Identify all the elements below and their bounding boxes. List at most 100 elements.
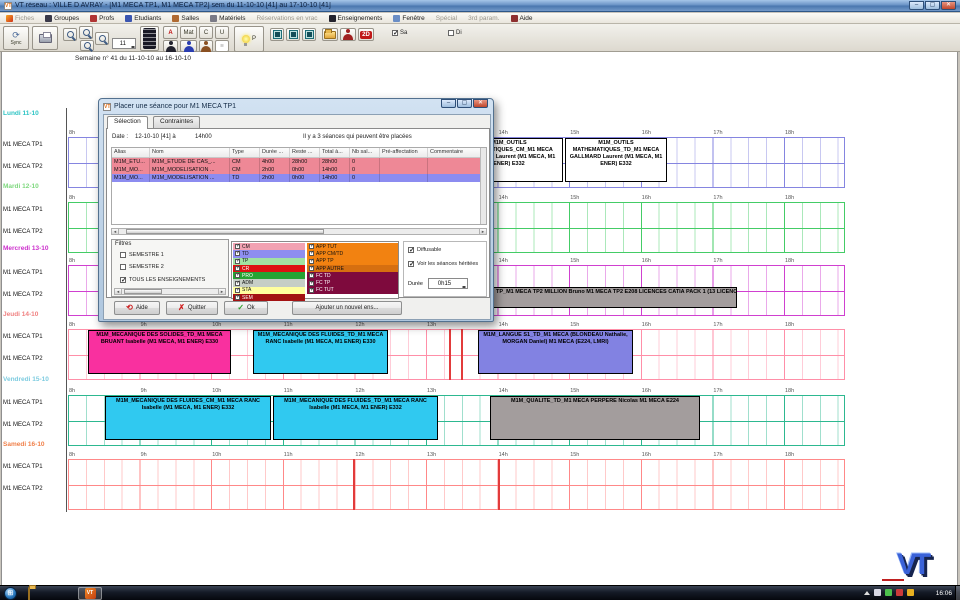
minimize-button[interactable]: – bbox=[909, 1, 924, 10]
legend-app-tp[interactable]: APP TP bbox=[307, 258, 398, 265]
explorer-taskbar-icon[interactable] bbox=[28, 588, 30, 600]
teachers-button[interactable] bbox=[163, 40, 178, 52]
tray-icon[interactable] bbox=[874, 589, 881, 596]
tab-selection[interactable]: Sélection bbox=[107, 116, 148, 129]
column-header[interactable]: Pré-affectation bbox=[380, 148, 428, 157]
column-header[interactable]: Nb sal... bbox=[350, 148, 380, 157]
course-block[interactable]: M1M_MECANIQUE DES FLUIDES_CM_M1 MECA RAN… bbox=[105, 396, 271, 440]
course-block[interactable]: M1M_LANGUE S1_TD_M1 MECA (BLONDEAU Natha… bbox=[478, 330, 633, 374]
zoom-out-button[interactable] bbox=[63, 28, 77, 41]
legend-app-autre[interactable]: APP AUTRE bbox=[307, 265, 398, 272]
font-button[interactable]: A bbox=[163, 26, 178, 39]
menu-3rd-param-[interactable]: 3rd param. bbox=[468, 15, 499, 22]
menu-fen-tre[interactable]: Fenêtre bbox=[393, 15, 424, 22]
course-block[interactable]: M1M_MECANIQUE DES SOLIDES_TD_M1 MECA BRU… bbox=[88, 330, 231, 374]
zoom-width-button[interactable] bbox=[95, 32, 109, 45]
column-header[interactable]: Type bbox=[230, 148, 260, 157]
document-button[interactable]: ≋ bbox=[215, 40, 229, 52]
legend-pro[interactable]: PRO bbox=[233, 272, 305, 279]
dialog-maximize-button[interactable]: ▢ bbox=[457, 99, 472, 108]
tray-expand-icon[interactable] bbox=[864, 588, 870, 595]
group-button[interactable] bbox=[340, 28, 356, 41]
legend-tp[interactable]: TP bbox=[233, 258, 305, 265]
course-block[interactable]: M1M_MECANIQUE DES FLUIDES_TD_M1 MECA RAN… bbox=[253, 330, 388, 374]
zoom-reset-button[interactable] bbox=[80, 40, 94, 51]
course-block[interactable]: M1M_MECANIQUE DES FLUIDES_TD_M1 MECA RAN… bbox=[273, 396, 438, 440]
course-block[interactable]: M1M_OUTILS MATHEMATIQUES_TD_M1 MECA GALL… bbox=[565, 138, 667, 182]
u-button[interactable]: U bbox=[215, 26, 229, 39]
seances-heritees-checkbox[interactable]: ✓ Voir les séances héritées bbox=[408, 261, 478, 267]
dialog-title-bar[interactable]: VT Placer une séance pour M1 MECA TP1 bbox=[103, 101, 433, 112]
c-button[interactable]: C bbox=[199, 26, 213, 39]
column-header[interactable]: Durée ... bbox=[260, 148, 290, 157]
scrollbar-thumb[interactable] bbox=[126, 229, 324, 234]
duration-spinner[interactable]: 0h15 bbox=[428, 278, 468, 289]
saturday-checkbox[interactable]: ✓ Sa bbox=[392, 30, 407, 36]
legend-cr[interactable]: CR bbox=[233, 265, 305, 272]
sunday-checkbox[interactable]: ✓ Di bbox=[448, 30, 462, 36]
planning-view-button[interactable] bbox=[140, 26, 159, 51]
scrollbar-thumb[interactable] bbox=[124, 289, 162, 294]
title-bar[interactable]: VT VT réseau : VILLE D AVRAY - [M1 MECA … bbox=[0, 0, 960, 12]
scroll-right-arrow[interactable]: ► bbox=[479, 229, 486, 234]
menu-groupes[interactable]: Groupes bbox=[45, 15, 79, 22]
place-session-button[interactable]: P bbox=[234, 26, 264, 52]
show-desktop-button[interactable] bbox=[955, 586, 960, 600]
quitter-button[interactable]: ✗ Quitter bbox=[166, 301, 218, 315]
place-session-dialog[interactable]: VT Placer une séance pour M1 MECA TP1 – … bbox=[98, 98, 494, 322]
table-row[interactable]: M1M_ETU...M1M_ETUDE DE CAS_...CM4h0028h0… bbox=[112, 158, 486, 166]
table-row[interactable]: M1M_MO...M1M_MODELISATION ...CM2h000h001… bbox=[112, 166, 486, 174]
legend-app-cm-td[interactable]: APP CM/TD bbox=[307, 250, 398, 257]
scrollbar-track[interactable] bbox=[122, 289, 218, 294]
menu-aide[interactable]: Aide bbox=[511, 15, 533, 22]
print-button[interactable] bbox=[32, 26, 58, 50]
menu-mat-riels[interactable]: Matériels bbox=[210, 15, 245, 22]
table-vertical-scrollbar[interactable] bbox=[480, 148, 486, 224]
dialog-minimize-button[interactable]: – bbox=[441, 99, 456, 108]
course-block[interactable]: TP_M1 MECA TP2 MILLION Bruno M1 MECA TP2… bbox=[493, 287, 737, 308]
column-header[interactable]: Alias bbox=[112, 148, 150, 157]
menu-fiches[interactable]: Fiches bbox=[6, 15, 34, 22]
vt-taskbar-button[interactable]: VT bbox=[78, 587, 102, 600]
legend-app-tut[interactable]: APP TUT bbox=[307, 243, 398, 250]
open-folder-button[interactable] bbox=[322, 28, 338, 41]
ok-button[interactable]: ✓ Ok bbox=[224, 301, 268, 315]
row-height-spinner[interactable]: 11 bbox=[112, 38, 136, 49]
menu-etudiants[interactable]: Etudiants bbox=[125, 15, 161, 22]
menu-profs[interactable]: Profs bbox=[90, 15, 114, 22]
aide-button[interactable]: ⟲ Aide bbox=[114, 301, 160, 315]
grid-view-2-button[interactable] bbox=[286, 28, 300, 41]
semestre1-checkbox[interactable]: ✓ SEMESTRE 1 bbox=[120, 252, 164, 258]
student-button[interactable] bbox=[180, 40, 197, 52]
ajouter-ens-button[interactable]: Ajouter un nouvel ens... bbox=[292, 301, 402, 315]
legend-sta[interactable]: STA bbox=[233, 287, 305, 294]
start-button[interactable]: ⊞ bbox=[4, 587, 17, 600]
scroll-left-arrow[interactable]: ◄ bbox=[115, 289, 122, 294]
legend-td[interactable]: TD bbox=[233, 250, 305, 257]
dialog-close-button[interactable]: ✕ bbox=[473, 99, 488, 108]
column-header[interactable]: Total à... bbox=[320, 148, 350, 157]
legend-cm[interactable]: CM bbox=[233, 243, 305, 250]
diffusable-checkbox[interactable]: ✓ Diffusable bbox=[408, 247, 441, 253]
room-button[interactable] bbox=[199, 40, 213, 52]
column-header[interactable]: Commentaire bbox=[428, 148, 482, 157]
2d-view-button[interactable]: 2D bbox=[358, 28, 374, 41]
scroll-left-arrow[interactable]: ◄ bbox=[112, 229, 119, 234]
table-row[interactable]: M1M_MO...M1M_MODELISATION ...TD2h000h001… bbox=[112, 174, 486, 182]
grid-view-1-button[interactable] bbox=[270, 28, 284, 41]
scrollbar-track[interactable] bbox=[119, 229, 479, 234]
legend-fc-tut[interactable]: FC TUT bbox=[307, 287, 398, 294]
legend-fc-td[interactable]: FC TD bbox=[307, 272, 398, 279]
sync-button[interactable]: ⟳ Sync bbox=[3, 26, 29, 50]
course-block[interactable]: M1M_QUALITE_TD_M1 MECA PERPERE Nicolas M… bbox=[490, 396, 700, 440]
mat-button[interactable]: Mat bbox=[180, 26, 197, 39]
tab-contraintes[interactable]: Contraintes bbox=[153, 116, 200, 128]
menu-salles[interactable]: Salles bbox=[172, 15, 199, 22]
taskbar-clock[interactable]: 16:06 bbox=[936, 586, 952, 600]
scroll-right-arrow[interactable]: ► bbox=[218, 289, 225, 294]
tous-enseignements-checkbox[interactable]: ✓ TOUS LES ENSEIGNEMENTS bbox=[120, 277, 205, 283]
legend-adm[interactable]: ADM bbox=[233, 279, 305, 286]
semestre2-checkbox[interactable]: ✓ SEMESTRE 2 bbox=[120, 264, 164, 270]
menu-sp-cial[interactable]: Spécial bbox=[436, 15, 457, 22]
column-header[interactable]: Reste ... bbox=[290, 148, 320, 157]
